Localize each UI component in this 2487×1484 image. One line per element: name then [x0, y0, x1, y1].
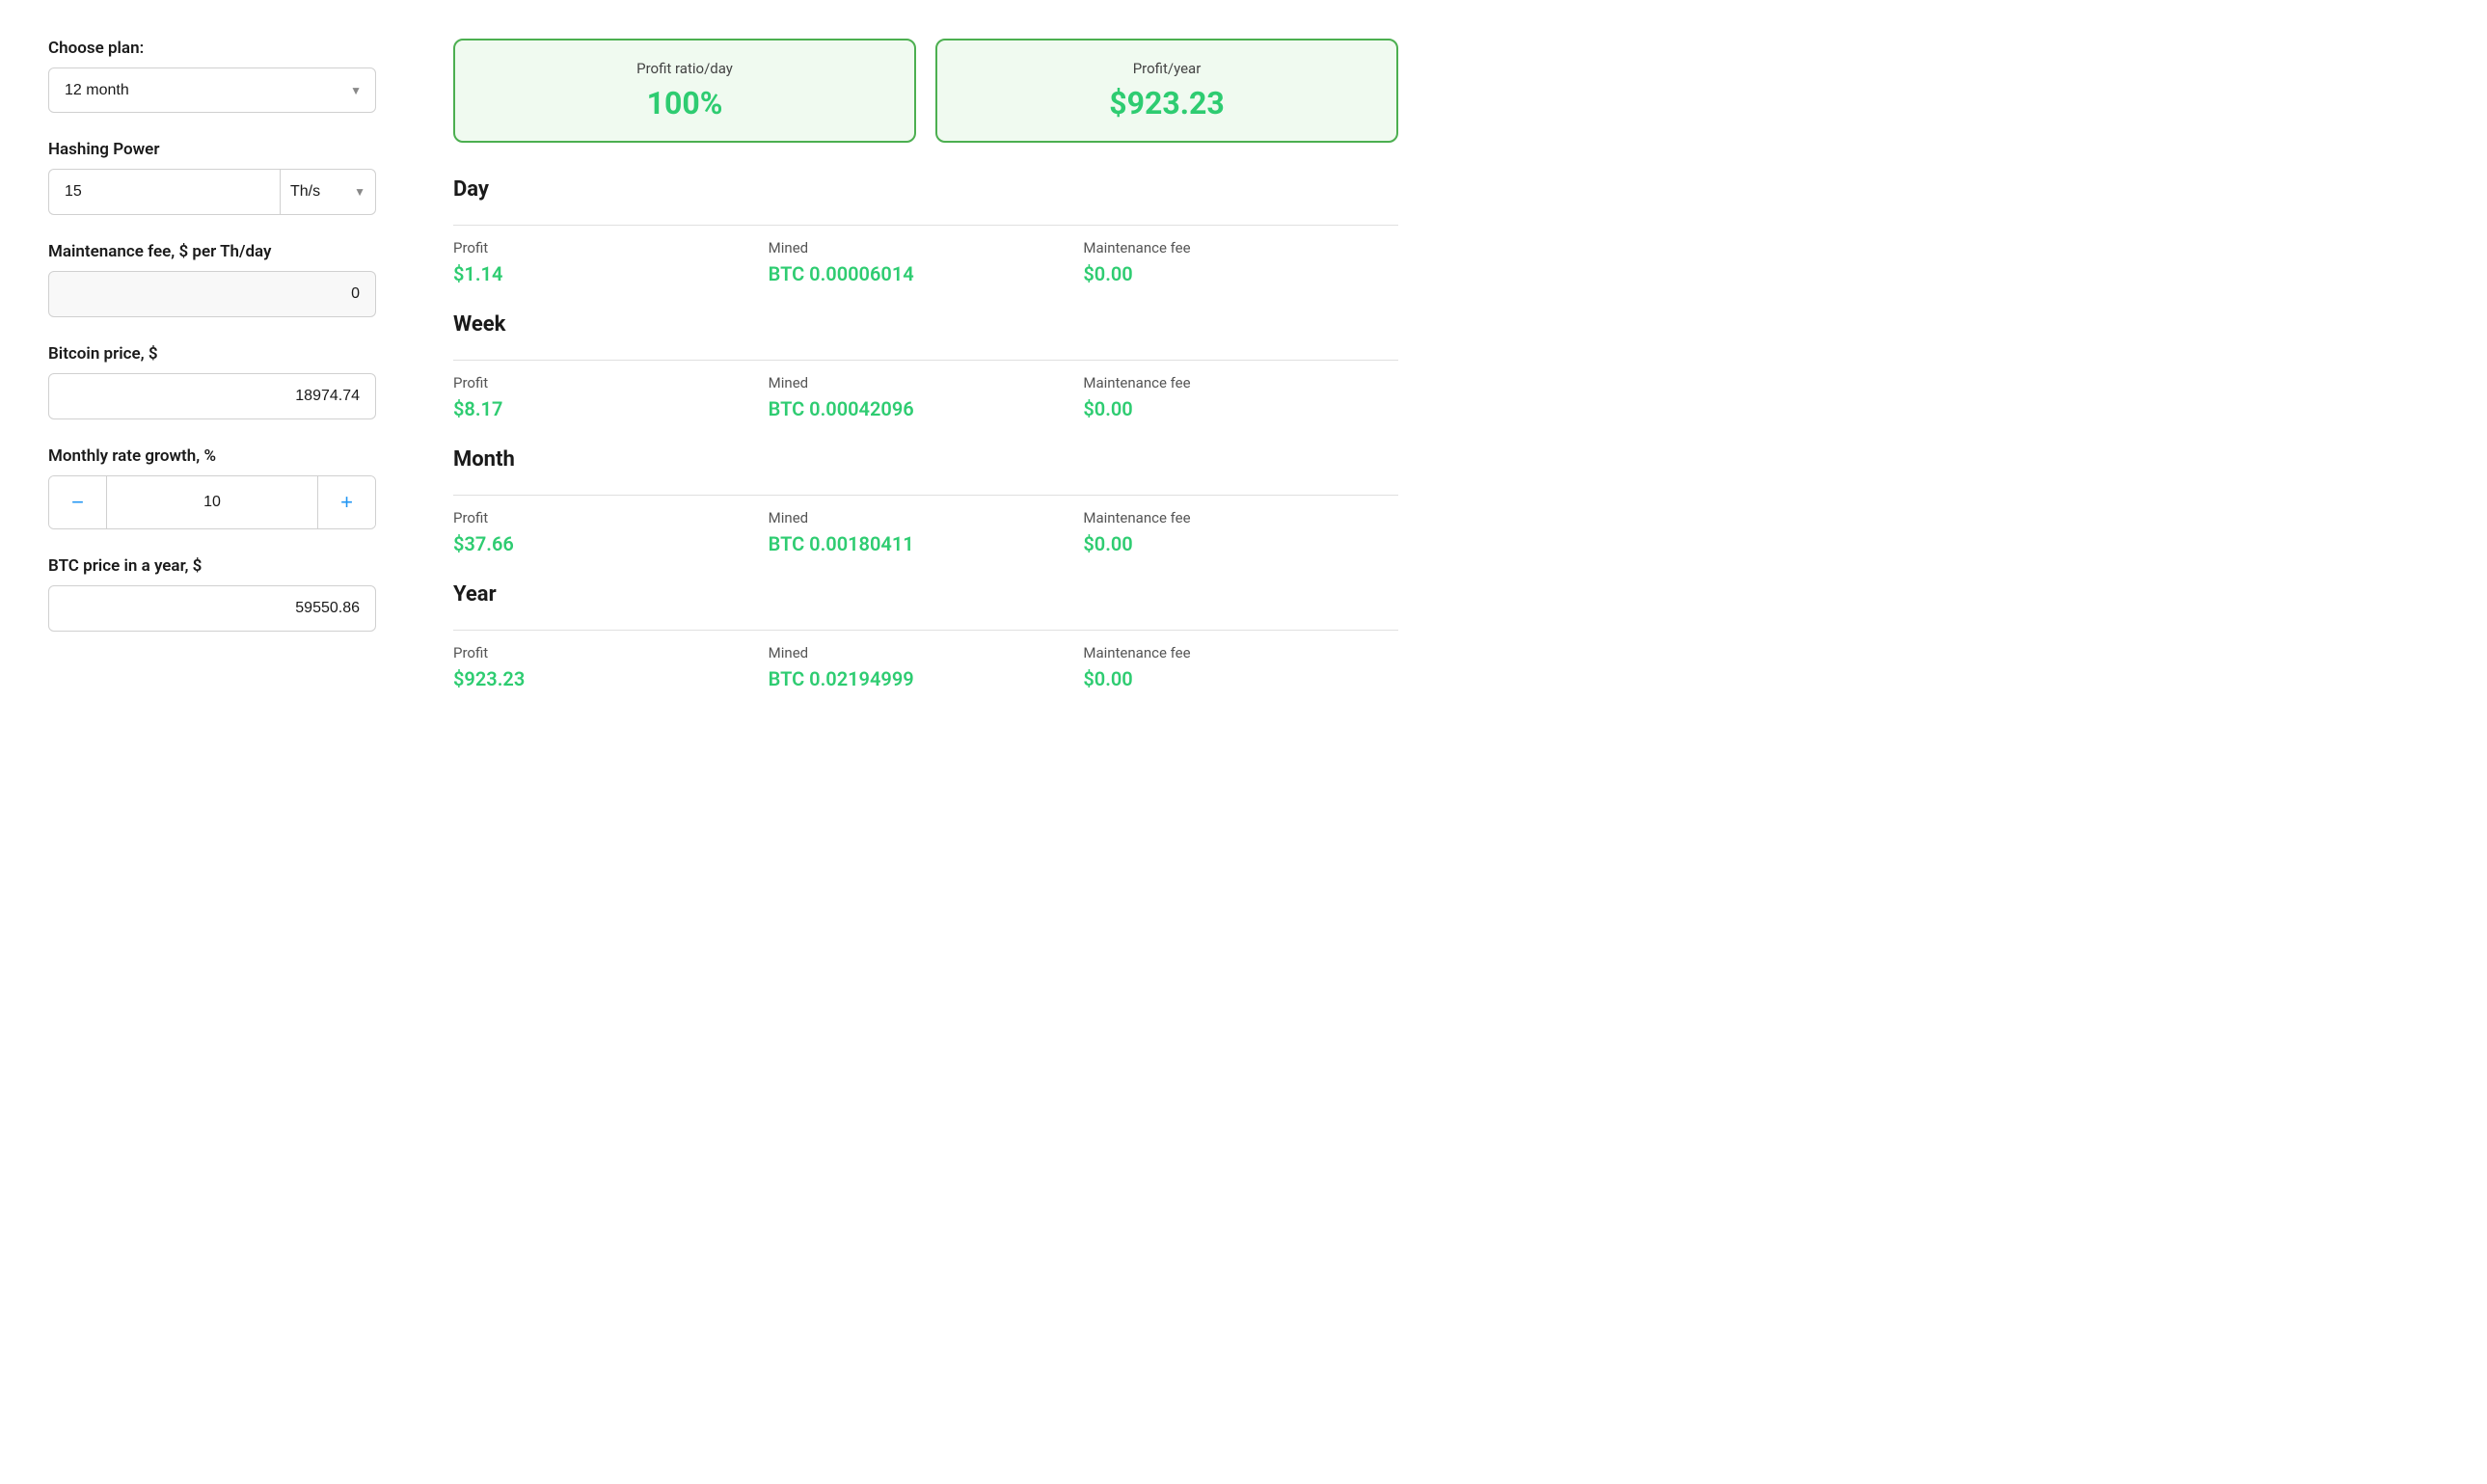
btc-year-group: BTC price in a year, $ [48, 556, 376, 632]
period-mined-value-month: BTC 0.00180411 [769, 532, 1084, 555]
profit-year-card: Profit/year $923.23 [935, 39, 1398, 143]
period-section-day: Day Profit $1.14 Mined BTC 0.00006014 Ma… [453, 177, 1398, 285]
period-mined-label-day: Mined [769, 239, 1084, 256]
period-fee-label-month: Maintenance fee [1083, 509, 1398, 526]
maintenance-input[interactable] [48, 271, 376, 317]
profit-year-value: $923.23 [966, 85, 1367, 121]
left-panel: Choose plan: 12 month 6 month 3 month 1 … [48, 39, 376, 717]
stepper-row: − + [48, 475, 376, 529]
period-data-row-year: Profit $923.23 Mined BTC 0.02194999 Main… [453, 644, 1398, 690]
plan-select[interactable]: 12 month 6 month 3 month 1 month [49, 68, 375, 112]
maintenance-group: Maintenance fee, $ per Th/day [48, 242, 376, 317]
unit-select-wrapper: Th/s Ph/s Gh/s ▼ [280, 169, 376, 215]
period-mined-col-year: Mined BTC 0.02194999 [769, 644, 1084, 690]
profit-ratio-card: Profit ratio/day 100% [453, 39, 916, 143]
profit-ratio-value: 100% [484, 85, 885, 121]
period-fee-value-day: $0.00 [1083, 262, 1398, 285]
period-profit-value-month: $37.66 [453, 532, 769, 555]
increment-button[interactable]: + [317, 476, 375, 528]
profit-year-subtitle: Profit/year [966, 60, 1367, 77]
period-fee-col-month: Maintenance fee $0.00 [1083, 509, 1398, 555]
period-title-day: Day [453, 177, 1398, 211]
periods-container: Day Profit $1.14 Mined BTC 0.00006014 Ma… [453, 177, 1398, 690]
period-divider-year [453, 630, 1398, 631]
period-fee-value-week: $0.00 [1083, 397, 1398, 420]
plan-label: Choose plan: [48, 39, 376, 58]
monthly-rate-group: Monthly rate growth, % − + [48, 446, 376, 529]
period-fee-col-day: Maintenance fee $0.00 [1083, 239, 1398, 285]
period-title-month: Month [453, 447, 1398, 481]
period-data-row-week: Profit $8.17 Mined BTC 0.00042096 Mainte… [453, 374, 1398, 420]
btc-price-group: Bitcoin price, $ [48, 344, 376, 419]
period-profit-col-day: Profit $1.14 [453, 239, 769, 285]
period-mined-label-month: Mined [769, 509, 1084, 526]
btc-price-input[interactable] [48, 373, 376, 419]
btc-year-input[interactable] [48, 585, 376, 632]
period-profit-col-week: Profit $8.17 [453, 374, 769, 420]
period-mined-label-week: Mined [769, 374, 1084, 391]
maintenance-label: Maintenance fee, $ per Th/day [48, 242, 376, 261]
period-mined-value-week: BTC 0.00042096 [769, 397, 1084, 420]
period-fee-value-year: $0.00 [1083, 667, 1398, 690]
period-divider-month [453, 495, 1398, 496]
period-section-week: Week Profit $8.17 Mined BTC 0.00042096 M… [453, 312, 1398, 420]
btc-price-label: Bitcoin price, $ [48, 344, 376, 364]
period-data-row-day: Profit $1.14 Mined BTC 0.00006014 Mainte… [453, 239, 1398, 285]
btc-year-label: BTC price in a year, $ [48, 556, 376, 576]
period-mined-label-year: Mined [769, 644, 1084, 661]
period-profit-label-year: Profit [453, 644, 769, 661]
period-profit-label-month: Profit [453, 509, 769, 526]
hashing-label: Hashing Power [48, 140, 376, 159]
period-title-year: Year [453, 582, 1398, 616]
period-mined-col-week: Mined BTC 0.00042096 [769, 374, 1084, 420]
monthly-rate-label: Monthly rate growth, % [48, 446, 376, 466]
profit-ratio-subtitle: Profit ratio/day [484, 60, 885, 77]
plan-group: Choose plan: 12 month 6 month 3 month 1 … [48, 39, 376, 113]
period-divider-week [453, 360, 1398, 361]
period-section-year: Year Profit $923.23 Mined BTC 0.02194999… [453, 582, 1398, 690]
summary-cards: Profit ratio/day 100% Profit/year $923.2… [453, 39, 1398, 143]
period-title-week: Week [453, 312, 1398, 346]
period-profit-label-day: Profit [453, 239, 769, 256]
period-data-row-month: Profit $37.66 Mined BTC 0.00180411 Maint… [453, 509, 1398, 555]
period-profit-col-year: Profit $923.23 [453, 644, 769, 690]
decrement-button[interactable]: − [49, 476, 107, 528]
right-panel: Profit ratio/day 100% Profit/year $923.2… [453, 39, 1398, 717]
period-profit-value-week: $8.17 [453, 397, 769, 420]
period-fee-label-year: Maintenance fee [1083, 644, 1398, 661]
period-fee-value-month: $0.00 [1083, 532, 1398, 555]
hashing-row: Th/s Ph/s Gh/s ▼ [48, 169, 376, 215]
period-profit-value-day: $1.14 [453, 262, 769, 285]
period-mined-value-year: BTC 0.02194999 [769, 667, 1084, 690]
monthly-rate-input[interactable] [107, 476, 317, 528]
period-profit-value-year: $923.23 [453, 667, 769, 690]
main-layout: Choose plan: 12 month 6 month 3 month 1 … [48, 39, 1398, 717]
period-fee-col-week: Maintenance fee $0.00 [1083, 374, 1398, 420]
period-fee-label-day: Maintenance fee [1083, 239, 1398, 256]
period-profit-col-month: Profit $37.66 [453, 509, 769, 555]
period-divider-day [453, 225, 1398, 226]
period-section-month: Month Profit $37.66 Mined BTC 0.00180411… [453, 447, 1398, 555]
unit-select[interactable]: Th/s Ph/s Gh/s [281, 170, 375, 213]
period-mined-col-day: Mined BTC 0.00006014 [769, 239, 1084, 285]
plan-select-wrapper: 12 month 6 month 3 month 1 month ▼ [48, 67, 376, 113]
period-mined-col-month: Mined BTC 0.00180411 [769, 509, 1084, 555]
period-profit-label-week: Profit [453, 374, 769, 391]
period-fee-label-week: Maintenance fee [1083, 374, 1398, 391]
period-fee-col-year: Maintenance fee $0.00 [1083, 644, 1398, 690]
hashing-input[interactable] [48, 169, 280, 215]
hashing-group: Hashing Power Th/s Ph/s Gh/s ▼ [48, 140, 376, 215]
period-mined-value-day: BTC 0.00006014 [769, 262, 1084, 285]
